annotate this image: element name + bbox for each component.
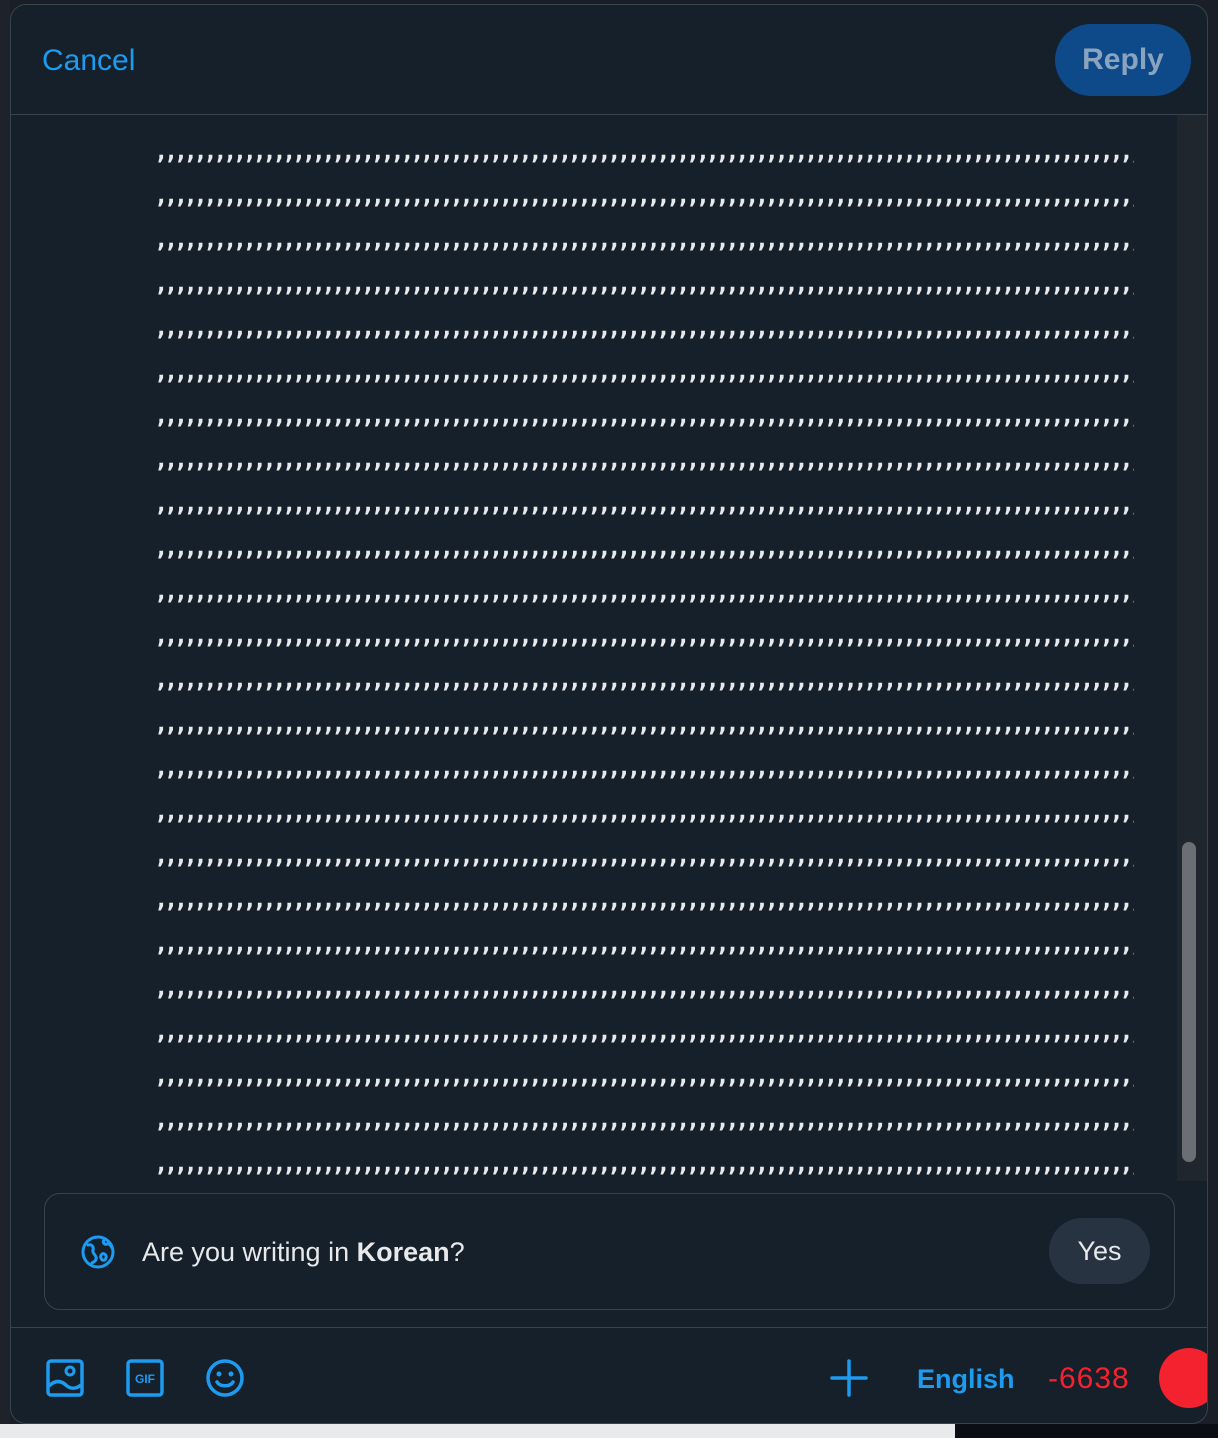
- reply-compose-modal: Cancel Reply ,,,,,,,,,,,,,,,,,,,,,,,,,,,…: [10, 4, 1208, 1424]
- editor-line: ,,,,,,,,,,,,,,,,,,,,,,,,,,,,,,,,,,,,,,,,…: [154, 929, 1134, 957]
- background-page-bottom: [0, 1424, 955, 1438]
- gif-label: GIF: [135, 1372, 155, 1386]
- editor-line: ,,,,,,,,,,,,,,,,,,,,,,,,,,,,,,,,,,,,,,,,…: [154, 1105, 1134, 1133]
- character-limit-indicator: [1159, 1348, 1207, 1408]
- editor-line: ,,,,,,,,,,,,,,,,,,,,,,,,,,,,,,,,,,,,,,,,…: [154, 709, 1134, 737]
- editor-line: ,,,,,,,,,,,,,,,,,,,,,,,,,,,,,,,,,,,,,,,,…: [154, 1061, 1134, 1089]
- emoji-icon[interactable]: [205, 1358, 245, 1398]
- language-question: Are you writing in Korean?: [142, 1234, 465, 1270]
- language-question-prefix: Are you writing in: [142, 1237, 357, 1267]
- editor-line: ,,,,,,,,,,,,,,,,,,,,,,,,,,,,,,,,,,,,,,,,…: [154, 973, 1134, 1001]
- compose-toolbar: GIF English -6638: [11, 1327, 1207, 1423]
- editor-scrollbar[interactable]: [1177, 115, 1207, 1181]
- editor-line: ,,,,,,,,,,,,,,,,,,,,,,,,,,,,,,,,,,,,,,,,…: [154, 181, 1134, 209]
- yes-button[interactable]: Yes: [1049, 1218, 1150, 1284]
- globe-icon: [81, 1235, 115, 1269]
- editor-line: ,,,,,,,,,,,,,,,,,,,,,,,,,,,,,,,,,,,,,,,,…: [154, 401, 1134, 429]
- add-icon[interactable]: [829, 1358, 869, 1398]
- detected-language: Korean: [356, 1237, 450, 1267]
- background-page-bottom-dark: [955, 1424, 1218, 1438]
- compose-text[interactable]: ,,,,,,,,,,,,,,,,,,,,,,,,,,,,,,,,,,,,,,,,…: [154, 129, 1134, 1181]
- editor-line: ,,,,,,,,,,,,,,,,,,,,,,,,,,,,,,,,,,,,,,,,…: [154, 225, 1134, 253]
- editor-line: ,,,,,,,,,,,,,,,,,,,,,,,,,,,,,,,,,,,,,,,,…: [154, 665, 1134, 693]
- editor-line: ,,,,,,,,,,,,,,,,,,,,,,,,,,,,,,,,,,,,,,,,…: [154, 313, 1134, 341]
- editor-line: ,,,,,,,,,,,,,,,,,,,,,,,,,,,,,,,,,,,,,,,,…: [154, 357, 1134, 385]
- editor-line: ,,,,,,,,,,,,,,,,,,,,,,,,,,,,,,,,,,,,,,,,…: [154, 489, 1134, 517]
- editor-line: ,,,,,,,,,,,,,,,,,,,,,,,,,,,,,,,,,,,,,,,,…: [154, 445, 1134, 473]
- editor-line: ,,,,,,,,,,,,,,,,,,,,,,,,,,,,,,,,,,,,,,,,…: [154, 753, 1134, 781]
- page: Cancel Reply ,,,,,,,,,,,,,,,,,,,,,,,,,,,…: [0, 0, 1218, 1438]
- editor-line: ,,,,,,,,,,,,,,,,,,,,,,,,,,,,,,,,,,,,,,,,…: [154, 621, 1134, 649]
- modal-header: Cancel Reply: [11, 5, 1207, 115]
- gif-icon[interactable]: GIF: [125, 1358, 165, 1398]
- editor-line: ,,,,,,,,,,,,,,,,,,,,,,,,,,,,,,,,,,,,,,,,…: [154, 885, 1134, 913]
- image-icon[interactable]: [45, 1358, 85, 1398]
- editor-line: ,,,,,,,,,,,,,,,,,,,,,,,,,,,,,,,,,,,,,,,,…: [154, 797, 1134, 825]
- cancel-button[interactable]: Cancel: [42, 41, 135, 81]
- background-page-left: [0, 0, 10, 1438]
- editor-scrollbar-thumb[interactable]: [1182, 842, 1196, 1162]
- editor-line: ,,,,,,,,,,,,,,,,,,,,,,,,,,,,,,,,,,,,,,,,…: [154, 577, 1134, 605]
- editor-line: ,,,,,,,,,,,,,,,,,,,,,,,,,,,,,,,,,,,,,,,,…: [154, 137, 1134, 165]
- editor-line: ,,,,,,,,,,,,,,,,,,,,,,,,,,,,,,,,,,,,,,,,…: [154, 533, 1134, 561]
- language-question-suffix: ?: [449, 1237, 465, 1267]
- editor-line: ,,,,,,,,,,,,,,,,,,,,,,,,,,,,,,,,,,,,,,,,…: [154, 269, 1134, 297]
- language-detection-prompt: Are you writing in Korean? Yes: [44, 1193, 1175, 1310]
- editor-line: ,,,,,,,,,,,,,,,,,,,,,,,,,,,,,,,,,,,,,,,,…: [154, 1149, 1134, 1177]
- reply-button[interactable]: Reply: [1055, 24, 1191, 96]
- editor-line: ,,,,,,,,,,,,,,,,,,,,,,,,,,,,,,,,,,,,,,,,…: [154, 1017, 1134, 1045]
- character-count: -6638: [1048, 1362, 1130, 1395]
- compose-text-editor[interactable]: ,,,,,,,,,,,,,,,,,,,,,,,,,,,,,,,,,,,,,,,,…: [11, 115, 1181, 1181]
- language-selector[interactable]: English: [917, 1361, 1015, 1397]
- editor-line: ,,,,,,,,,,,,,,,,,,,,,,,,,,,,,,,,,,,,,,,,…: [154, 841, 1134, 869]
